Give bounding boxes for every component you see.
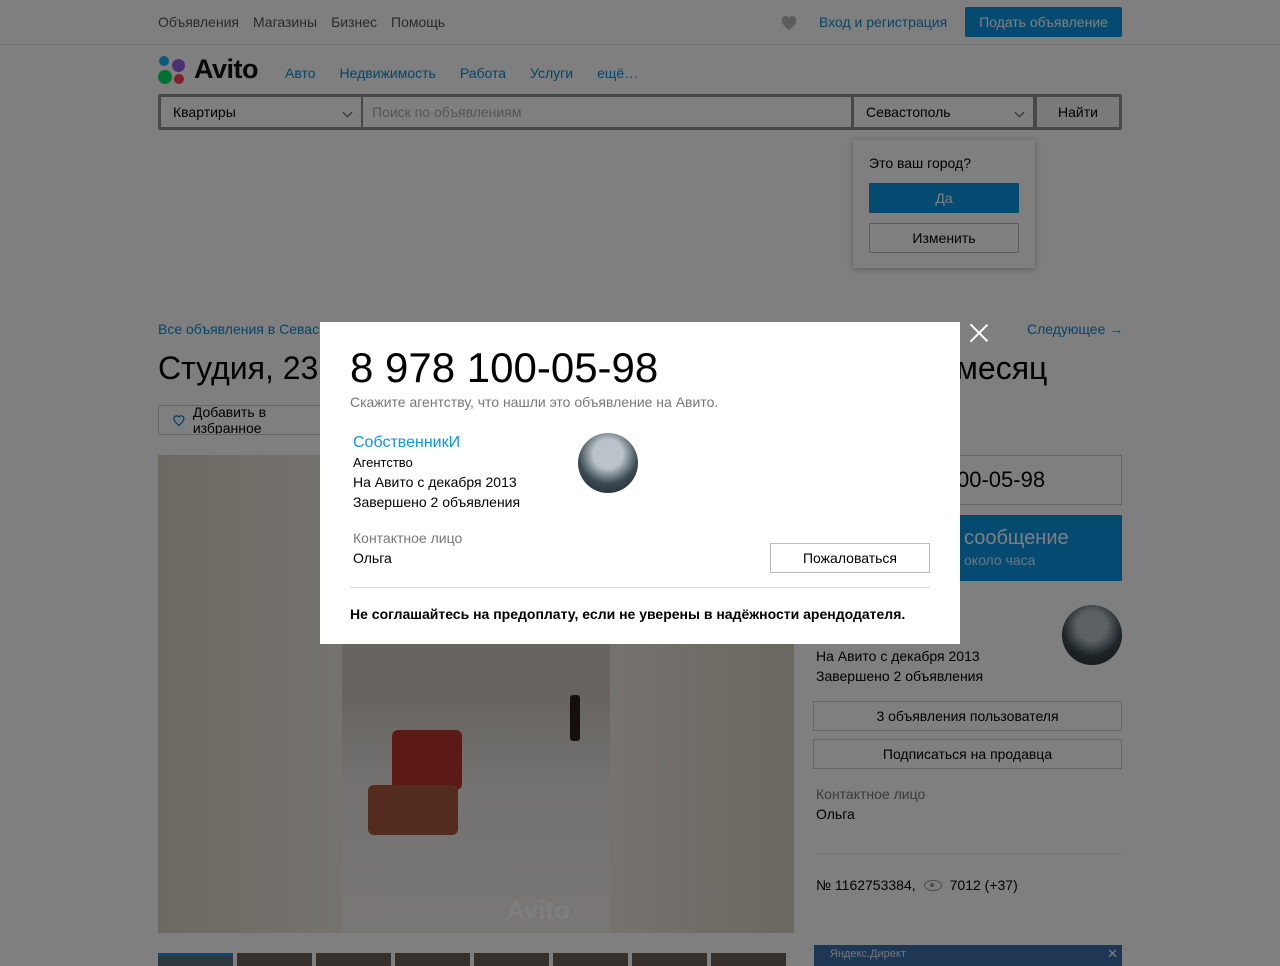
close-icon[interactable] <box>968 322 990 344</box>
seller-type: Агентство <box>353 455 413 470</box>
seller-name-link[interactable]: СобственникИ <box>353 434 460 452</box>
divider <box>350 587 930 588</box>
prepayment-warning: Не соглашайтесь на предоплату, если не у… <box>350 606 906 622</box>
contact-label: Контактное лицо <box>353 530 463 546</box>
avatar[interactable] <box>578 433 638 493</box>
modal-phone-number: 8 978 100-05-98 <box>350 344 659 391</box>
report-button[interactable]: Пожаловаться <box>770 543 930 573</box>
modal-hint: Скажите агентству, что нашли это объявле… <box>350 394 719 410</box>
seller-completed: Завершено 2 объявления <box>353 494 521 510</box>
contact-name: Ольга <box>353 550 392 566</box>
seller-since: На Авито с декабря 2013 <box>353 474 517 490</box>
phone-modal: 8 978 100-05-98 Скажите агентству, что н… <box>320 322 960 644</box>
